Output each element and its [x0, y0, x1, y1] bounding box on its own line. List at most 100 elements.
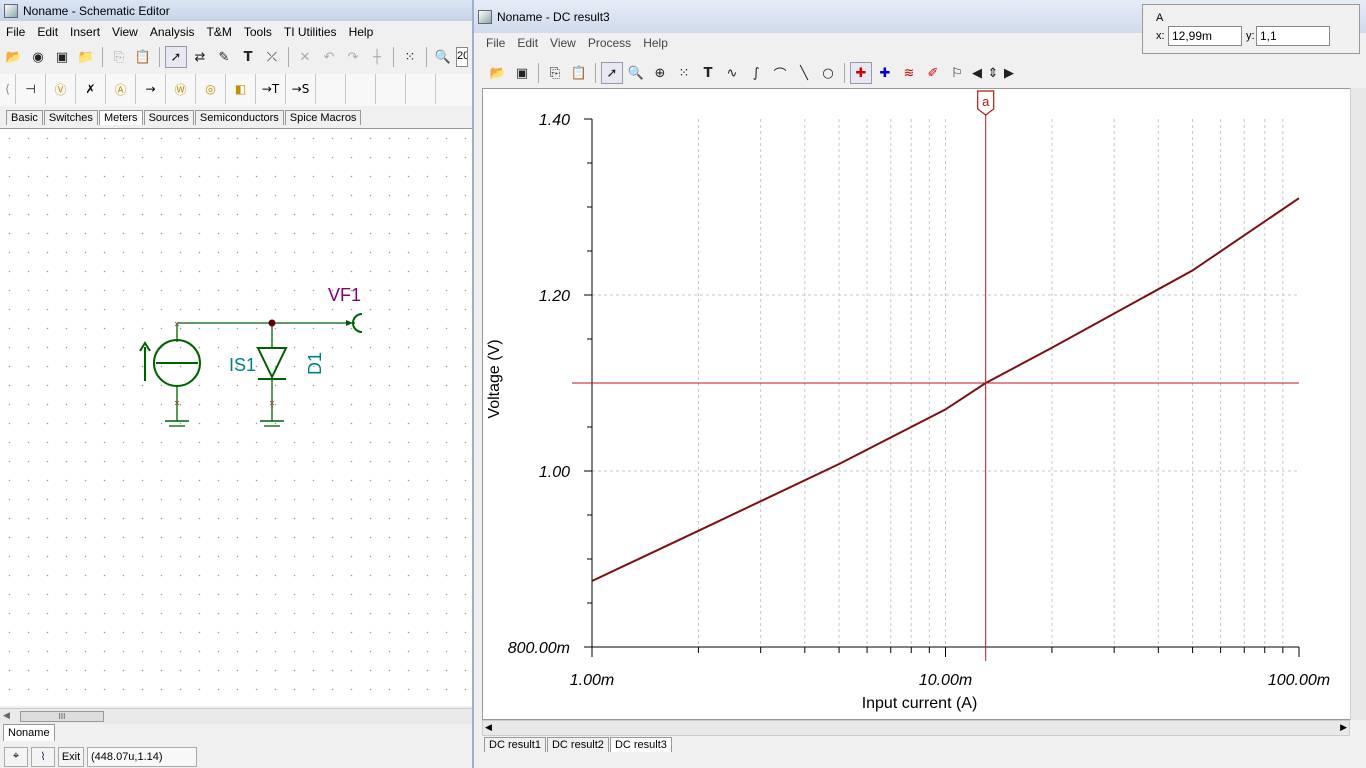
menu-ti-utilities[interactable]: TI Utilities — [278, 25, 343, 39]
text-tool-icon[interactable]: T — [237, 46, 259, 68]
menu-help[interactable]: Help — [343, 25, 380, 39]
wattmeter-icon[interactable]: Ⓦ — [166, 74, 196, 104]
cursor-b-icon[interactable]: ✚ — [874, 62, 896, 84]
status-graph-icon[interactable]: ⌇ — [31, 746, 55, 767]
tab-switches[interactable]: Switches — [43, 110, 98, 125]
scroll-left-icon[interactable]: ⟨ — [0, 74, 16, 104]
result-menu-view[interactable]: View — [544, 36, 582, 50]
text-tool-icon[interactable]: T — [697, 62, 719, 84]
wire-tool-icon[interactable]: ⇄ — [189, 46, 211, 68]
cursor-panel-title: A — [1156, 12, 1164, 24]
undo-icon[interactable]: ↶ — [318, 46, 340, 68]
curve-label-icon[interactable]: ∿ — [721, 62, 743, 84]
select-arrow-icon[interactable]: ➚ — [601, 62, 623, 84]
menu-tm[interactable]: T&M — [201, 25, 238, 39]
result-menu-help[interactable]: Help — [637, 36, 674, 50]
horizontal-scrollbar[interactable]: ◀ III — [0, 708, 472, 724]
result-menu-process[interactable]: Process — [582, 36, 637, 50]
result-menu-edit[interactable]: Edit — [511, 36, 544, 50]
nav-updown-icon[interactable]: ⇕ — [986, 62, 1000, 84]
tab-sources[interactable]: Sources — [143, 110, 194, 125]
open-folder-icon[interactable]: 📁 — [75, 46, 97, 68]
grid-icon[interactable]: ⁙ — [399, 46, 421, 68]
switch-icon[interactable]: ✗ — [76, 74, 106, 104]
flag-icon[interactable]: ⚐ — [946, 62, 968, 84]
erase-wire-icon[interactable]: ⤫ — [261, 46, 283, 68]
globe-icon[interactable]: ◉ — [27, 46, 49, 68]
curve-label-2-icon[interactable]: ∫ — [745, 62, 767, 84]
ammeter-icon[interactable]: Ⓐ — [106, 74, 136, 104]
voltmeter-icon[interactable]: Ⓥ — [46, 74, 76, 104]
result-menu-file[interactable]: File — [480, 36, 511, 50]
menu-view[interactable]: View — [106, 25, 144, 39]
separator — [538, 63, 539, 83]
schematic-canvas[interactable]: VF1 IS1 D1 — [0, 128, 472, 706]
menu-file[interactable]: File — [0, 25, 31, 39]
tab-dc-result2[interactable]: DC result2 — [546, 737, 609, 752]
line-tool-icon[interactable]: ╲ — [793, 62, 815, 84]
junction-icon[interactable]: ┼ — [366, 46, 388, 68]
add-curve-icon[interactable]: ≋ — [898, 62, 920, 84]
paste-icon[interactable]: 📋 — [568, 62, 590, 84]
pencil-icon[interactable]: ✎ — [213, 46, 235, 68]
copy-icon[interactable]: ⎘ — [544, 62, 566, 84]
open-icon[interactable]: 📂 — [3, 46, 25, 68]
result-app-icon — [478, 9, 492, 24]
probe-icon[interactable]: ✐ — [922, 62, 944, 84]
nav-right-icon[interactable]: ▶ — [1002, 62, 1016, 84]
separator — [159, 47, 160, 67]
cursor-a-icon[interactable]: ✚ — [850, 62, 872, 84]
paste-icon[interactable]: 📋 — [132, 46, 154, 68]
x-tick-label: 100.00m — [1268, 672, 1330, 689]
exit-button[interactable]: Exit — [58, 746, 84, 767]
label-is1: IS1 — [229, 355, 257, 375]
tab-semiconductors[interactable]: Semiconductors — [194, 110, 284, 125]
curve-label-3-icon[interactable]: ⌒ — [769, 62, 791, 84]
separator — [393, 47, 394, 67]
current-arrow-icon[interactable]: → — [136, 74, 166, 104]
voltage-pin-icon[interactable]: →T — [256, 74, 286, 104]
signal-pin-icon[interactable]: →S — [286, 74, 316, 104]
tab-noname[interactable]: Noname — [3, 724, 55, 741]
scroll-left-arrow-icon[interactable]: ◀ — [3, 710, 10, 721]
scroll-left-arrow-icon[interactable]: ◀ — [485, 722, 492, 733]
result-horizontal-scrollbar[interactable]: ◀ ▶ — [482, 720, 1350, 736]
open-icon[interactable]: 📂 — [487, 62, 509, 84]
status-tool-icon[interactable]: ⌖ — [4, 746, 28, 767]
plot-area[interactable]: 800.00m 1.00 1.20 1.40 1.00m 10.00m 100.00m Inp… — [482, 88, 1360, 720]
save-icon[interactable]: ▣ — [511, 62, 533, 84]
schematic-titlebar: Noname - Schematic Editor — [0, 0, 472, 21]
scroll-right-arrow-icon[interactable]: ▶ — [1340, 722, 1347, 733]
delete-icon[interactable]: ✕ — [294, 46, 316, 68]
scroll-thumb[interactable]: III — [20, 711, 104, 722]
circle-tool-icon[interactable]: ○ — [817, 62, 839, 84]
zoom-in-icon[interactable]: 🔍 — [625, 62, 647, 84]
save-icon[interactable]: ▣ — [51, 46, 73, 68]
vertical-scrollbar[interactable] — [1350, 88, 1366, 720]
tab-dc-result3[interactable]: DC result3 — [609, 737, 672, 752]
nav-left-icon[interactable]: ◀ — [970, 62, 984, 84]
menu-analysis[interactable]: Analysis — [144, 25, 201, 39]
dc-result-chart[interactable]: 800.00m 1.00 1.20 1.40 1.00m 10.00m 100.00m Inp… — [483, 89, 1359, 719]
empty-slot — [346, 74, 376, 104]
cursor-label: a — [982, 94, 990, 109]
component-tabs: Basic Switches Meters Sources Semiconduc… — [6, 110, 362, 125]
separator — [595, 63, 596, 83]
grid-icon[interactable]: ⁙ — [673, 62, 695, 84]
select-arrow-icon[interactable]: ➚ — [165, 46, 187, 68]
zoom-icon[interactable]: 🔍 — [432, 46, 454, 68]
lamp-icon[interactable]: ◎ — [196, 74, 226, 104]
menu-insert[interactable]: Insert — [64, 25, 106, 39]
zoom-100-icon[interactable]: ⊕ — [649, 62, 671, 84]
copy-icon[interactable]: ⎘ — [108, 46, 130, 68]
tab-basic[interactable]: Basic — [6, 110, 43, 125]
speaker-icon[interactable]: ◧ — [226, 74, 256, 104]
tab-dc-result1[interactable]: DC result1 — [484, 737, 546, 752]
tab-spice-macros[interactable]: Spice Macros — [284, 110, 362, 125]
ground-symbol-icon[interactable]: ⊣ — [16, 74, 46, 104]
tab-meters[interactable]: Meters — [98, 110, 143, 125]
redo-icon[interactable]: ↷ — [342, 46, 364, 68]
menu-tools[interactable]: Tools — [238, 25, 278, 39]
zoom-level-field[interactable]: 20 — [456, 47, 468, 67]
menu-edit[interactable]: Edit — [31, 25, 64, 39]
